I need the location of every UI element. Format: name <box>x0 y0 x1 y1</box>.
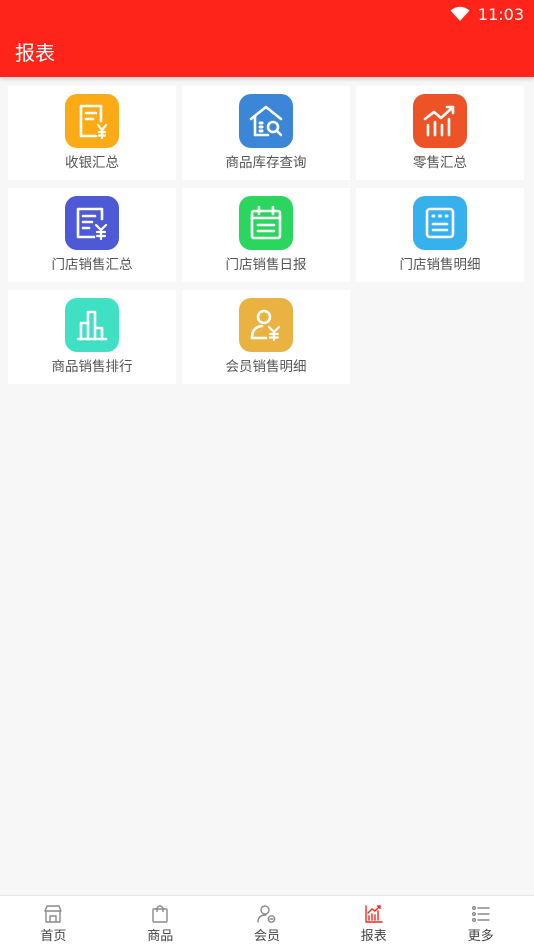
member-icon <box>256 903 278 925</box>
tile-label: 门店销售明细 <box>399 257 481 273</box>
bag-icon <box>149 903 171 925</box>
tile-label: 门店销售汇总 <box>51 257 133 273</box>
tile-label: 零售汇总 <box>413 155 467 171</box>
tile-label: 商品销售排行 <box>51 359 133 375</box>
status-bar: 11:03 <box>450 4 524 24</box>
nav-products[interactable]: 商品 <box>107 896 214 949</box>
tile-store-sales-detail[interactable]: 门店销售明细 <box>356 188 524 282</box>
nav-label: 首页 <box>40 929 67 944</box>
tile-label: 会员销售明细 <box>225 359 307 375</box>
store-icon <box>42 903 64 925</box>
tile-stock-query[interactable]: 商品库存查询 <box>182 86 350 180</box>
nav-reports[interactable]: 报表 <box>320 896 427 949</box>
tile-member-sales-detail[interactable]: 会员销售明细 <box>182 290 350 384</box>
nav-label: 更多 <box>467 929 494 944</box>
nav-label: 商品 <box>147 929 174 944</box>
store-sales-summary-icon <box>65 196 119 250</box>
tile-label: 门店销售日报 <box>225 257 307 273</box>
tile-product-ranking[interactable]: 商品销售排行 <box>8 290 176 384</box>
nav-label: 报表 <box>360 929 387 944</box>
warehouse-search-icon <box>239 94 293 148</box>
page-title: 报表 <box>15 41 55 65</box>
chart-trend-icon <box>413 94 467 148</box>
report-chart-icon <box>363 903 385 925</box>
nav-members[interactable]: 会员 <box>214 896 321 949</box>
app-bar: 11:03 报表 <box>0 0 534 77</box>
nav-more[interactable]: 更多 <box>427 896 534 949</box>
detail-list-icon <box>413 196 467 250</box>
tile-retail-summary[interactable]: 零售汇总 <box>356 86 524 180</box>
cash-receipt-icon <box>65 94 119 148</box>
tile-store-daily-report[interactable]: 门店销售日报 <box>182 188 350 282</box>
status-time: 11:03 <box>477 4 524 24</box>
tile-store-sales-summary[interactable]: 门店销售汇总 <box>8 188 176 282</box>
wifi-icon <box>450 6 470 22</box>
ranking-bars-icon <box>65 298 119 352</box>
calendar-icon <box>239 196 293 250</box>
nav-label: 会员 <box>253 929 280 944</box>
nav-home[interactable]: 首页 <box>0 896 107 949</box>
report-grid: 收银汇总 商品库存查询 零售汇总 门店销售汇总 门店销售日报 门店销售明细 商品… <box>8 86 526 384</box>
tile-label: 商品库存查询 <box>225 155 307 171</box>
bottom-nav: 首页 商品 会员 报表 更多 <box>0 895 534 949</box>
tile-label: 收银汇总 <box>65 155 119 171</box>
tile-cash-summary[interactable]: 收银汇总 <box>8 86 176 180</box>
list-icon <box>470 903 492 925</box>
member-yen-icon <box>239 298 293 352</box>
